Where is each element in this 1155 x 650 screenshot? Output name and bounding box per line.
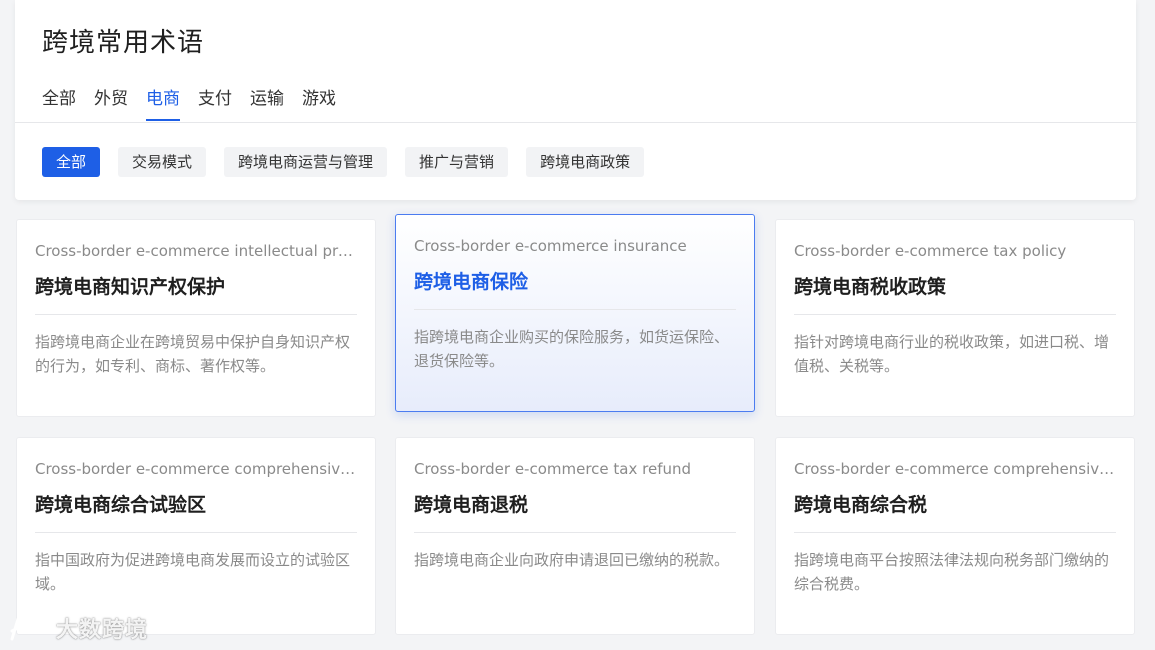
term-card[interactable]: Cross-border e-commerce tax policy 跨境电商税… — [775, 219, 1135, 417]
term-description: 指跨境电商企业向政府申请退回已缴纳的税款。 — [414, 551, 730, 569]
card-divider — [794, 532, 1116, 533]
term-english: Cross-border e-commerce tax refund — [414, 460, 692, 478]
filter-chip-trade-mode[interactable]: 交易模式 — [118, 147, 207, 177]
term-card-highlighted[interactable]: Cross-border e-commerce insurance 跨境电商保险… — [395, 214, 755, 412]
term-english: Cross-border e-commerce tax policy — [794, 242, 1067, 260]
term-description: 指跨境电商企业在跨境贸易中保护自身知识产权的行为，如专利、商标、著作权等。 — [35, 333, 351, 375]
term-english: Cross-border e-commerce comprehensive ta… — [794, 460, 1120, 478]
term-title: 跨境电商退税 — [414, 494, 529, 516]
card-divider — [414, 309, 736, 310]
term-description: 指跨境电商平台按照法律法规向税务部门缴纳的综合税费。 — [794, 551, 1110, 593]
term-title: 跨境电商保险 — [414, 271, 529, 293]
card-divider — [414, 532, 736, 533]
tab-ecommerce[interactable]: 电商 — [146, 87, 180, 121]
filter-chip-all[interactable]: 全部 — [42, 147, 101, 177]
header-panel: 跨境常用术语 全部 外贸 电商 支付 运输 游戏 全部 交易模式 跨境电商运营与… — [15, 0, 1136, 200]
term-card[interactable]: Cross-border e-commerce comprehensive te… — [16, 437, 376, 635]
filter-chip-policy[interactable]: 跨境电商政策 — [526, 147, 645, 177]
term-english: Cross-border e-commerce intellectual pro… — [35, 242, 361, 260]
tab-shipping[interactable]: 运输 — [250, 87, 284, 121]
term-title: 跨境电商知识产权保护 — [35, 276, 226, 298]
term-english: Cross-border e-commerce comprehensive te… — [35, 460, 361, 478]
tab-foreign-trade[interactable]: 外贸 — [94, 87, 128, 121]
term-card[interactable]: Cross-border e-commerce comprehensive ta… — [775, 437, 1135, 635]
term-title: 跨境电商综合试验区 — [35, 494, 207, 516]
card-divider — [35, 532, 357, 533]
tab-payment[interactable]: 支付 — [198, 87, 232, 121]
tab-all[interactable]: 全部 — [42, 87, 76, 121]
filter-chips: 全部 交易模式 跨境电商运营与管理 推广与营销 跨境电商政策 — [42, 147, 662, 177]
page-title: 跨境常用术语 — [42, 28, 205, 58]
watermark-text: 大数跨境 — [56, 618, 149, 643]
tab-games[interactable]: 游戏 — [302, 87, 336, 121]
logo-icon — [10, 617, 51, 641]
header-divider — [15, 122, 1136, 123]
card-divider — [35, 314, 357, 315]
term-card[interactable]: Cross-border e-commerce intellectual pro… — [16, 219, 376, 417]
term-description: 指跨境电商企业购买的保险服务，如货运保险、退货保险等。 — [414, 328, 730, 370]
card-divider — [794, 314, 1116, 315]
term-description: 指中国政府为促进跨境电商发展而设立的试验区域。 — [35, 551, 351, 593]
watermark: 大数跨境 — [8, 612, 148, 644]
term-title: 跨境电商税收政策 — [794, 276, 947, 298]
term-english: Cross-border e-commerce insurance — [414, 237, 687, 255]
term-title: 跨境电商综合税 — [794, 494, 928, 516]
term-card[interactable]: Cross-border e-commerce tax refund 跨境电商退… — [395, 437, 755, 635]
term-description: 指针对跨境电商行业的税收政策，如进口税、增值税、关税等。 — [794, 333, 1110, 375]
filter-chip-operations[interactable]: 跨境电商运营与管理 — [224, 147, 388, 177]
filter-chip-marketing[interactable]: 推广与营销 — [405, 147, 509, 177]
category-tabs: 全部 外贸 电商 支付 运输 游戏 — [42, 87, 354, 121]
